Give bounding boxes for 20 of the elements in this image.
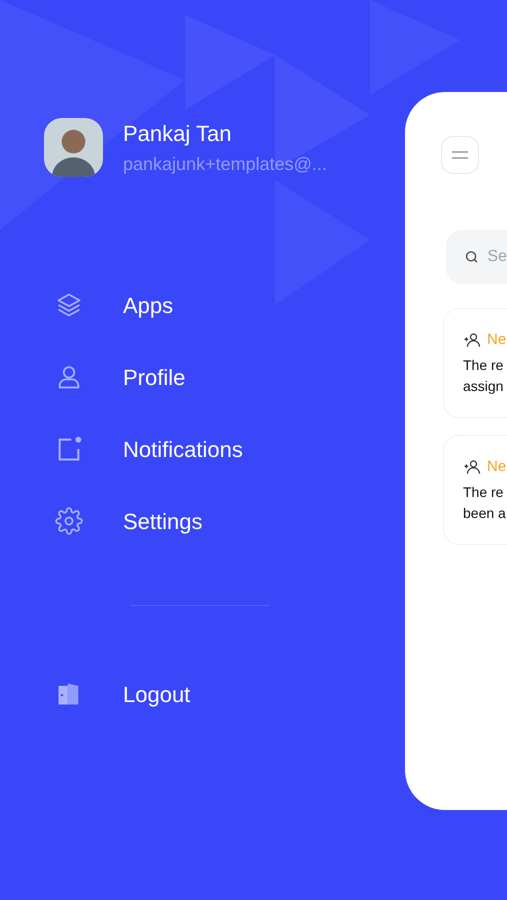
logout-item[interactable]: Logout <box>44 680 405 708</box>
menu-button[interactable] <box>441 136 479 174</box>
notification-card[interactable]: Ne The re been a <box>443 435 507 545</box>
add-user-icon <box>463 458 481 476</box>
notification-text: The re been a <box>463 483 507 523</box>
user-name: Pankaj Tan <box>123 120 232 148</box>
settings-icon <box>55 507 83 535</box>
user-email: pankajunk+templates@... <box>123 152 327 176</box>
notification-text: The re assign <box>463 356 504 396</box>
layers-icon <box>55 291 83 319</box>
menu-icon <box>452 151 468 159</box>
menu-item[interactable]: Apps <box>44 291 405 319</box>
menu-item[interactable]: Notifications <box>44 435 405 463</box>
notification-title: Ne <box>487 331 506 349</box>
notification-card[interactable]: Ne The re assign <box>443 308 507 418</box>
avatar <box>44 118 103 177</box>
add-user-icon <box>463 331 481 349</box>
menu-item[interactable]: Settings <box>44 507 405 535</box>
menu-item[interactable]: Profile <box>44 363 405 391</box>
notification-title: Ne <box>487 458 506 476</box>
